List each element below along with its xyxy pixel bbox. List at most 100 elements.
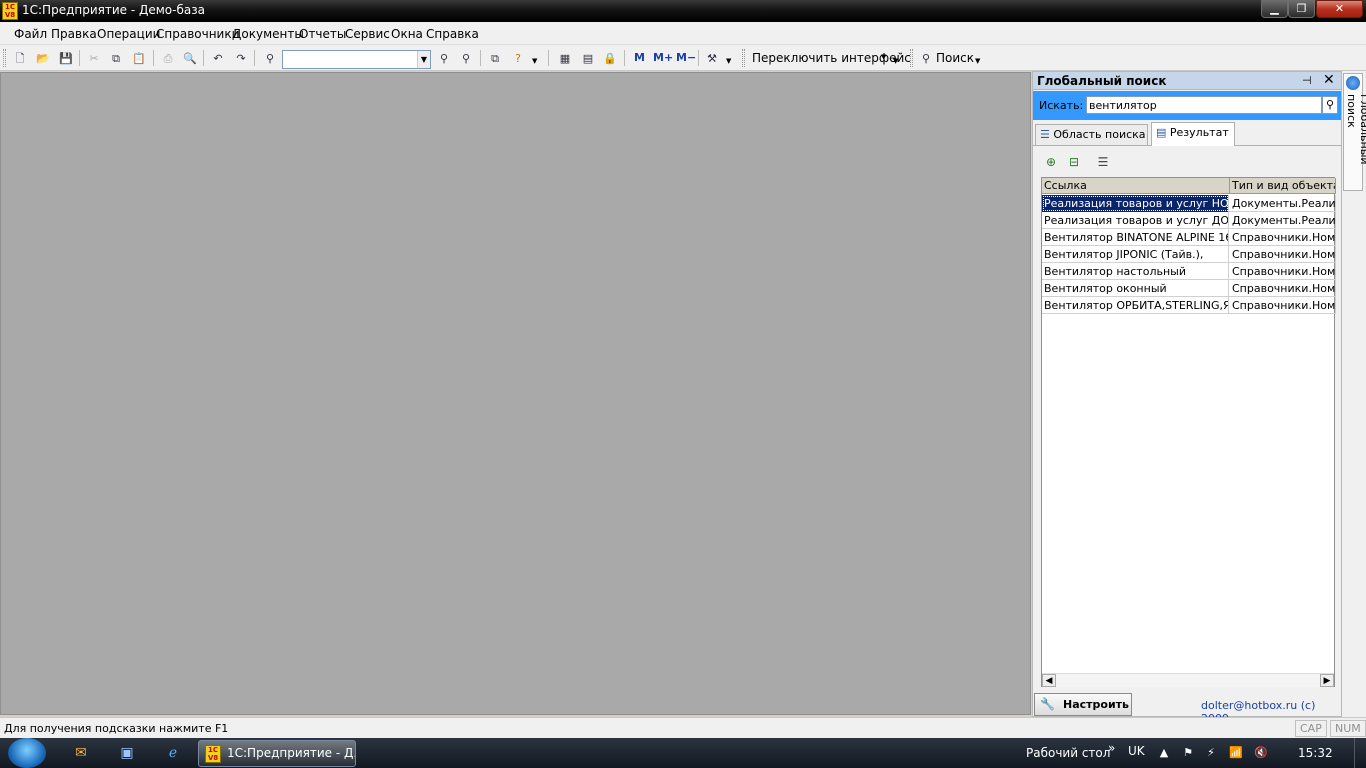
search-button[interactable]: Поиск bbox=[936, 51, 974, 65]
language-indicator[interactable]: UK bbox=[1128, 744, 1145, 758]
save-icon[interactable]: 💾 bbox=[58, 51, 74, 67]
cell-type: Справочники.Номе... bbox=[1232, 229, 1336, 246]
internet-explorer-icon[interactable]: ℯ bbox=[162, 742, 184, 764]
menu-reports[interactable]: Отчеты bbox=[299, 27, 346, 41]
result-tab-body: ⊕ ⊟ ☰ Ссылка Тип и вид объекта Реализаци… bbox=[1033, 145, 1341, 689]
tab-search-area[interactable]: ☰ Область поиска bbox=[1035, 124, 1148, 145]
table-row[interactable]: Вентилятор JIPONIC (Тайв.), Справочники.… bbox=[1042, 246, 1336, 263]
calculator-icon[interactable]: ▦ bbox=[557, 51, 573, 67]
find-next-icon[interactable]: ⚲ bbox=[436, 51, 452, 67]
panel-footer: 🔧 Настроить dolter@hotbox.ru (c) 2009 bbox=[1033, 691, 1341, 725]
cell-type: Документы.Реализ... bbox=[1232, 195, 1336, 212]
tools-icon[interactable]: ⚒ bbox=[704, 51, 720, 67]
calendar-icon[interactable]: ▤ bbox=[580, 51, 596, 67]
memory-minus-button[interactable]: M− bbox=[676, 51, 696, 64]
toolbar-grip[interactable] bbox=[3, 49, 6, 67]
table-row[interactable]: Вентилятор настольный Справочники.Номе..… bbox=[1042, 263, 1336, 280]
workspace-area[interactable] bbox=[0, 72, 1031, 715]
save-app-icon[interactable]: ▣ bbox=[116, 742, 138, 764]
chevron-down-icon[interactable]: ▼ bbox=[881, 53, 886, 61]
table-row[interactable]: Реализация товаров и услуг ДО0... Докуме… bbox=[1042, 212, 1336, 229]
chevron-down-icon[interactable]: ▼ bbox=[975, 57, 980, 65]
menu-catalogs[interactable]: Справочники bbox=[156, 27, 239, 41]
chevron-down-icon[interactable]: ▼ bbox=[893, 57, 898, 65]
menu-operations[interactable]: Операции bbox=[97, 27, 160, 41]
table-row[interactable]: Вентилятор ОРБИТА,STERLING,Я... Справочн… bbox=[1042, 297, 1336, 314]
toolbar-separator bbox=[203, 50, 204, 66]
menu-bar: Файл Правка Операции Справочники Докумен… bbox=[0, 22, 1366, 45]
column-header-ref[interactable]: Ссылка bbox=[1042, 178, 1230, 194]
toolbar-grip[interactable] bbox=[742, 49, 745, 67]
setup-button[interactable]: 🔧 Настроить bbox=[1034, 693, 1132, 716]
show-desktop-button[interactable] bbox=[1354, 738, 1366, 768]
menu-service[interactable]: Сервис bbox=[345, 27, 390, 41]
table-row[interactable]: Реализация товаров и услуг НО00... Докум… bbox=[1042, 195, 1336, 212]
scroll-left-icon[interactable]: ◀ bbox=[1042, 674, 1056, 687]
pin-icon[interactable]: ⊣ bbox=[1302, 74, 1312, 87]
print-icon[interactable]: ⎙ bbox=[160, 51, 176, 67]
menu-edit[interactable]: Правка bbox=[51, 27, 97, 41]
toolbar-grip[interactable] bbox=[910, 49, 913, 67]
chevron-down-icon[interactable]: ▼ bbox=[532, 57, 537, 65]
add-icon[interactable]: ⊕ bbox=[1043, 154, 1059, 170]
windows-icon[interactable]: ⧉ bbox=[487, 51, 503, 67]
volume-icon[interactable]: 🔇 bbox=[1253, 745, 1269, 761]
find-previous-icon[interactable]: ⚲ bbox=[458, 51, 474, 67]
memory-button[interactable]: M bbox=[634, 51, 645, 64]
search-combo[interactable]: ▼ bbox=[282, 50, 431, 69]
power-icon[interactable]: ⚡ bbox=[1203, 745, 1219, 761]
menu-file[interactable]: Файл bbox=[14, 27, 47, 41]
cell-ref: Вентилятор JIPONIC (Тайв.), bbox=[1042, 246, 1229, 263]
toolbar-separator bbox=[480, 50, 481, 66]
list-view-icon[interactable]: ☰ bbox=[1095, 154, 1111, 170]
menu-documents[interactable]: Документы bbox=[232, 27, 304, 41]
paste-icon[interactable]: 📋 bbox=[131, 51, 147, 67]
desktop-toolbar-label[interactable]: Рабочий стол bbox=[1026, 746, 1110, 760]
find-icon[interactable]: ⚲ bbox=[262, 51, 278, 67]
menu-help[interactable]: Справка bbox=[426, 27, 479, 41]
toolbar: 🗋 📂 💾 ✂ ⧉ 📋 ⎙ 🔍 ↶ ↷ ⚲ ▼ ⚲ ⚲ ⧉ ? ▼ ▦ ▤ 🔒 … bbox=[0, 45, 1366, 71]
cell-ref: Вентилятор ОРБИТА,STERLING,Я... bbox=[1044, 297, 1229, 314]
redo-icon[interactable]: ↷ bbox=[233, 51, 249, 67]
action-center-icon[interactable]: ⚑ bbox=[1180, 745, 1196, 761]
tab-result[interactable]: ▤ Результат bbox=[1151, 122, 1235, 146]
side-tab-strip: Глобальный поиск bbox=[1342, 71, 1366, 717]
new-document-icon[interactable]: 🗋 bbox=[12, 51, 28, 67]
lock-icon[interactable]: 🔒 bbox=[602, 51, 618, 67]
minimize-button[interactable]: ▁ bbox=[1261, 0, 1288, 18]
menu-windows[interactable]: Окна bbox=[391, 27, 423, 41]
memory-plus-button[interactable]: M+ bbox=[653, 51, 673, 64]
cut-icon[interactable]: ✂ bbox=[86, 51, 102, 67]
toolbar-separator bbox=[254, 50, 255, 66]
panel-title: Глобальный поиск bbox=[1037, 74, 1167, 88]
chevron-icon[interactable]: » bbox=[1108, 741, 1115, 755]
chevron-down-icon[interactable]: ▼ bbox=[417, 51, 430, 68]
table-row[interactable]: Вентилятор BINATONE ALPINE 16... Справоч… bbox=[1042, 229, 1336, 246]
horizontal-scrollbar[interactable]: ◀ ▶ bbox=[1042, 673, 1334, 687]
network-icon[interactable]: 📶 bbox=[1228, 745, 1244, 761]
open-icon[interactable]: 📂 bbox=[35, 51, 51, 67]
search-icon[interactable]: ⚲ bbox=[918, 51, 934, 67]
table-row[interactable]: Вентилятор оконный Справочники.Номе... bbox=[1042, 280, 1336, 297]
tray-expand-icon[interactable]: ▲ bbox=[1156, 745, 1172, 761]
column-header-type[interactable]: Тип и вид объекта bbox=[1230, 178, 1336, 194]
scroll-right-icon[interactable]: ▶ bbox=[1320, 674, 1334, 687]
help-1c-icon[interactable]: ? bbox=[510, 51, 526, 67]
maximize-button[interactable]: ❐ bbox=[1288, 0, 1315, 18]
search-input[interactable] bbox=[1086, 96, 1322, 114]
search-icon[interactable]: ⚲ bbox=[1322, 96, 1338, 114]
copy-icon[interactable]: ⧉ bbox=[108, 51, 124, 67]
close-icon[interactable]: ✕ bbox=[1323, 72, 1335, 88]
side-tab-global-search[interactable]: Глобальный поиск bbox=[1343, 73, 1366, 191]
close-button[interactable]: ✕ bbox=[1316, 0, 1363, 18]
undo-icon[interactable]: ↶ bbox=[210, 51, 226, 67]
taskbar-item-1c[interactable]: 1С V8 1С:Предприятие - Д... bbox=[198, 740, 356, 767]
cell-ref: Реализация товаров и услуг ДО0... bbox=[1044, 212, 1229, 229]
outlook-icon[interactable]: ✉ bbox=[70, 742, 92, 764]
delete-icon[interactable]: ⊟ bbox=[1066, 154, 1082, 170]
chevron-down-icon[interactable]: ▼ bbox=[726, 57, 731, 65]
print-preview-icon[interactable]: 🔍 bbox=[182, 51, 198, 67]
start-button[interactable] bbox=[8, 738, 46, 768]
clock[interactable]: 15:32 bbox=[1298, 746, 1333, 760]
switch-interface-button[interactable]: Переключить интерфейс bbox=[752, 51, 911, 65]
